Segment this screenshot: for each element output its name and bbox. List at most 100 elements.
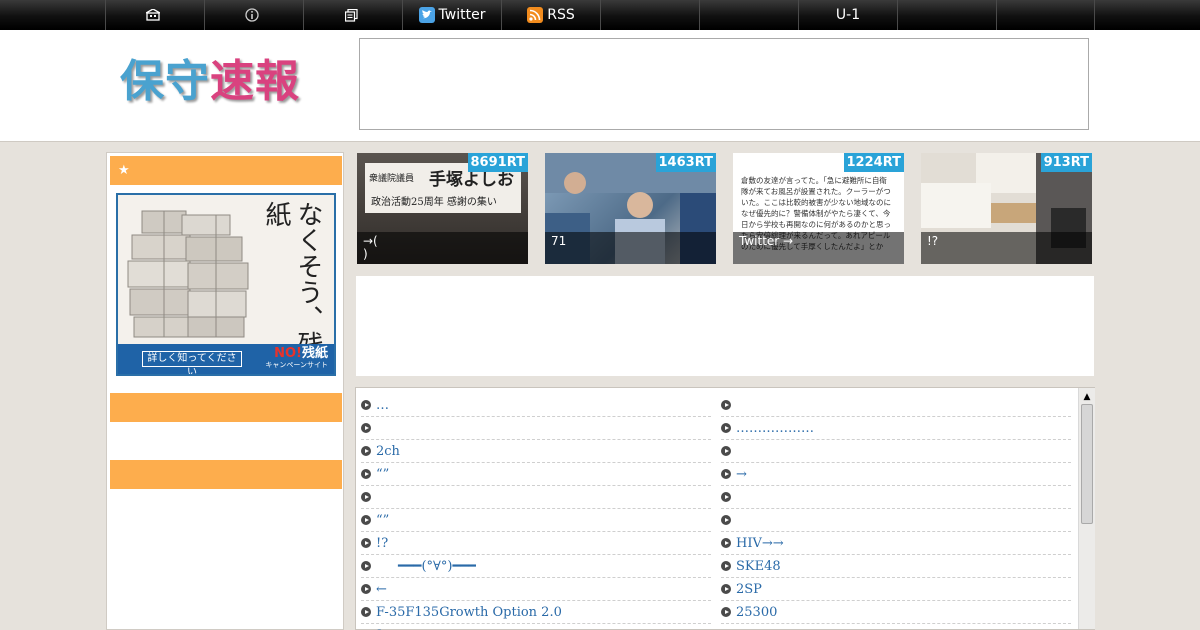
ranking-caption: →( ): [357, 232, 528, 264]
play-bullet-icon: [361, 400, 371, 410]
link-column-left: … 2ch “” “” !? ━━━(°∀°)━━━ ← F-35F135Gro…: [361, 394, 711, 630]
play-bullet-icon: [361, 469, 371, 479]
list-item[interactable]: [361, 486, 711, 509]
list-scrollbar[interactable]: ▲: [1078, 388, 1095, 629]
retweet-count-badge: 8691RT: [467, 153, 528, 172]
ranking-caption: !?: [921, 232, 1092, 264]
retweet-count-badge: 1463RT: [655, 153, 716, 172]
thumb1-small-text: 衆議院議員: [369, 174, 415, 184]
play-bullet-icon: [721, 492, 731, 502]
list-item[interactable]: ━━━(°∀°)━━━: [361, 555, 711, 578]
link-column-right: ……………… → HIV→→ SKE48 2SP 25300: [721, 394, 1071, 630]
banner-subtext: キャンペーンサイト: [265, 361, 328, 369]
list-item[interactable]: ?: [361, 624, 711, 630]
scroll-thumb[interactable]: [1081, 404, 1093, 524]
list-item[interactable]: ………………: [721, 417, 1071, 440]
nav-twitter[interactable]: Twitter: [402, 0, 501, 30]
rss-icon: [527, 7, 544, 23]
newspaper-stack-image: [127, 210, 249, 338]
list-item[interactable]: !?: [361, 532, 711, 555]
top-nav-bar: Twitter RSS U-1: [0, 0, 1200, 30]
ranking-card-3[interactable]: 倉敷の友達が言ってた。「急に避難所に自衛隊が来てお風呂が設置された。クーラーがつ…: [733, 153, 904, 264]
list-item[interactable]: 2ch: [361, 440, 711, 463]
banner-no-text: NO!: [274, 346, 302, 361]
header-ad-slot: [359, 38, 1089, 130]
ranking-caption: 71: [545, 232, 716, 264]
play-bullet-icon: [361, 515, 371, 525]
nav-list: Twitter RSS U-1: [105, 0, 1095, 30]
list-item[interactable]: [721, 486, 1071, 509]
sidebar-heading-2: [110, 393, 342, 422]
nav-item-10[interactable]: [996, 0, 1095, 30]
home-icon: [146, 9, 160, 21]
nav-home[interactable]: [105, 0, 204, 30]
banner-footer: 詳しく知ってください NO!残紙 キャンペーンサイト: [118, 344, 334, 374]
play-bullet-icon: [361, 492, 371, 502]
banner-brand-text: 残紙: [301, 346, 328, 361]
campaign-banner[interactable]: なくそう、残紙 詳しく知ってください NO!残紙 キャンペーンサイト: [116, 193, 336, 376]
nav-item-7[interactable]: [699, 0, 798, 30]
sidebar-heading-1: ★: [110, 156, 342, 185]
list-item[interactable]: ←: [361, 578, 711, 601]
nav-item-9[interactable]: [897, 0, 996, 30]
nav-u1[interactable]: U-1: [798, 0, 897, 30]
play-bullet-icon: [721, 423, 731, 433]
nav-archive[interactable]: [303, 0, 402, 30]
play-bullet-icon: [361, 561, 371, 571]
thumb1-sub-text: 政治活動25周年 感謝の集い: [371, 197, 497, 208]
logo-text-part2: 速報: [210, 56, 300, 107]
left-sidebar: ★ なくそう、残紙 詳しく知ってください NO!残紙 キャンペーンサイト: [106, 152, 344, 630]
play-bullet-icon: [721, 515, 731, 525]
retweet-count-badge: 1224RT: [843, 153, 904, 172]
list-item[interactable]: [361, 417, 711, 440]
play-bullet-icon: [361, 607, 371, 617]
content-ad-slot: [356, 276, 1094, 376]
play-bullet-icon: [721, 469, 731, 479]
list-item[interactable]: F-35F135Growth Option 2.0: [361, 601, 711, 624]
nav-item-6[interactable]: [600, 0, 699, 30]
play-bullet-icon: [721, 584, 731, 594]
site-header: 保守速報: [0, 30, 1200, 142]
play-bullet-icon: [721, 607, 731, 617]
logo-text-part1: 保守: [120, 56, 210, 107]
banner-brand: NO!残紙 キャンペーンサイト: [265, 346, 328, 369]
play-bullet-icon: [361, 584, 371, 594]
list-item[interactable]: HIV→→: [721, 532, 1071, 555]
retweet-count-badge: 913RT: [1040, 153, 1092, 172]
list-item[interactable]: [721, 509, 1071, 532]
play-bullet-icon: [721, 538, 731, 548]
banner-more-button[interactable]: 詳しく知ってください: [142, 351, 242, 374]
list-item[interactable]: [721, 624, 1071, 630]
ranking-card-2[interactable]: 1463RT 71: [545, 153, 716, 264]
scroll-up-arrow-icon[interactable]: ▲: [1079, 390, 1095, 404]
ranking-card-1[interactable]: 衆議院議員 手塚よしお 政治活動25周年 感謝の集い 8691RT →( ): [357, 153, 528, 264]
list-item[interactable]: SKE48: [721, 555, 1071, 578]
site-logo[interactable]: 保守速報: [120, 52, 330, 112]
play-bullet-icon: [721, 561, 731, 571]
nav-info[interactable]: [204, 0, 303, 30]
list-item[interactable]: “”: [361, 463, 711, 486]
nav-rss-label: RSS: [547, 7, 575, 23]
list-item[interactable]: 2SP: [721, 578, 1071, 601]
ranking-card-4[interactable]: 913RT !?: [921, 153, 1092, 264]
nav-rss[interactable]: RSS: [501, 0, 600, 30]
play-bullet-icon: [361, 423, 371, 433]
twitter-icon: [418, 7, 435, 23]
info-icon: [245, 8, 259, 22]
archive-icon: [344, 8, 358, 22]
list-item[interactable]: [721, 394, 1071, 417]
play-bullet-icon: [721, 446, 731, 456]
play-bullet-icon: [721, 400, 731, 410]
list-item[interactable]: →: [721, 463, 1071, 486]
sidebar-heading-3: [110, 460, 342, 489]
ranking-caption: Twitter →: [733, 232, 904, 264]
list-item[interactable]: “”: [361, 509, 711, 532]
list-item[interactable]: 25300: [721, 601, 1071, 624]
list-item[interactable]: [721, 440, 1071, 463]
list-item[interactable]: …: [361, 394, 711, 417]
link-list-box: … 2ch “” “” !? ━━━(°∀°)━━━ ← F-35F135Gro…: [355, 387, 1095, 630]
nav-u1-label: U-1: [835, 7, 861, 23]
nav-twitter-label: Twitter: [438, 7, 486, 23]
play-bullet-icon: [361, 538, 371, 548]
play-bullet-icon: [361, 446, 371, 456]
